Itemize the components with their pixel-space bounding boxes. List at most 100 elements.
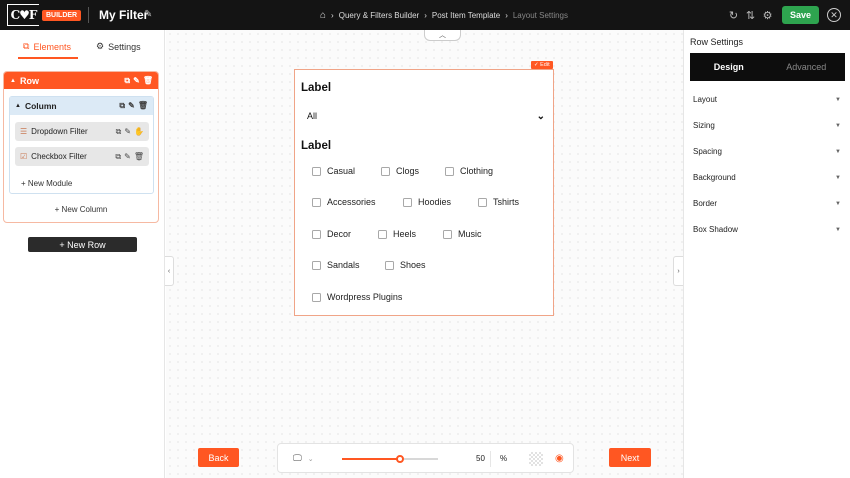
chevron-down-icon: ⌄: [307, 455, 314, 463]
top-actions: ↻ ⇅ ⚙ Save ✕: [725, 0, 850, 30]
row-element[interactable]: ▲ Row ⧉ ✎ 🗑 ▲ Column ⧉ ✎ 🗑 ☰ Dropdown Fi…: [3, 71, 159, 223]
close-icon[interactable]: ✕: [827, 8, 841, 22]
checkbox-option[interactable]: Clothing: [445, 166, 493, 176]
tab-settings[interactable]: ⚙ Settings: [96, 41, 141, 52]
accordion-label: Border: [693, 199, 718, 208]
checkbox-option[interactable]: Decor: [312, 229, 351, 239]
checkbox[interactable]: [312, 166, 321, 176]
zoom-slider-handle[interactable]: [395, 455, 404, 463]
accordion-box-shadow[interactable]: Box Shadow ▼: [693, 225, 841, 234]
checkbox-option[interactable]: Sandals: [312, 260, 360, 270]
trash-icon[interactable]: 🗑: [134, 152, 144, 162]
breadcrumb-item[interactable]: Post Item Template: [432, 11, 500, 20]
app-logo[interactable]: C♥F BUILDER: [7, 4, 82, 26]
accordion-background[interactable]: Background ▼: [693, 173, 841, 182]
checkbox[interactable]: [312, 197, 321, 207]
column-header[interactable]: ▲ Column ⧉ ✎ 🗑: [10, 97, 153, 115]
collapse-icon[interactable]: ▲: [15, 103, 21, 109]
checkbox[interactable]: [312, 260, 321, 270]
checkbox[interactable]: [385, 260, 394, 270]
device-selector[interactable]: 🖵 ⌄: [293, 453, 314, 464]
gear-icon[interactable]: ⚙: [759, 9, 776, 22]
checkbox[interactable]: [445, 166, 454, 176]
top-bar: C♥F BUILDER My Filter ✎ ⌂ › Query & Filt…: [0, 0, 850, 30]
edit-badge[interactable]: ✓ Edit: [531, 61, 553, 69]
breadcrumb-separator-icon: ›: [505, 11, 508, 20]
column-element[interactable]: ▲ Column ⧉ ✎ 🗑 ☰ Dropdown Filter ⧉ ✎ ✋ ☑: [9, 96, 154, 194]
checkbox-option[interactable]: Music: [443, 229, 482, 239]
tab-advanced[interactable]: Advanced: [768, 53, 846, 81]
chevron-up-icon[interactable]: ︿: [424, 30, 461, 41]
checkbox-label: Tshirts: [493, 197, 520, 207]
copy-icon[interactable]: ⧉: [119, 101, 125, 111]
checkbox-label: Heels: [393, 229, 417, 239]
accordion-layout[interactable]: Layout ▼: [693, 95, 841, 104]
checkbox[interactable]: [443, 229, 452, 239]
new-row-button[interactable]: + New Row: [28, 237, 137, 252]
checkbox[interactable]: [312, 229, 321, 239]
accordion-label: Spacing: [693, 147, 722, 156]
next-button[interactable]: Next: [609, 448, 651, 467]
accordion-spacing[interactable]: Spacing ▼: [693, 147, 841, 156]
module-checkbox-filter[interactable]: ☑ Checkbox Filter ⧉ ✎ 🗑: [15, 147, 149, 166]
tab-design[interactable]: Design: [690, 53, 768, 81]
checkbox-option[interactable]: Casual: [312, 166, 355, 176]
edit-icon[interactable]: ✎: [124, 152, 131, 162]
checkbox[interactable]: [312, 292, 321, 302]
module-label: Checkbox Filter: [31, 152, 87, 161]
module-dropdown-filter[interactable]: ☰ Dropdown Filter ⧉ ✎ ✋: [15, 122, 149, 141]
checkbox-group-label: Label: [301, 140, 332, 152]
chevron-down-icon: ▼: [835, 174, 841, 181]
trash-icon[interactable]: 🗑: [143, 76, 153, 86]
chevron-down-icon: ▼: [835, 226, 841, 233]
dropdown-select[interactable]: All ⌄: [301, 108, 545, 124]
copy-icon[interactable]: ⧉: [115, 152, 121, 162]
left-panel: ⧉ Elements ⚙ Settings ▲ Row ⧉ ✎ 🗑 ▲ Colu…: [0, 30, 165, 478]
collapse-icon[interactable]: ▲: [10, 78, 16, 84]
checkbox-option[interactable]: Tshirts: [478, 197, 519, 207]
module-label: Dropdown Filter: [31, 127, 88, 136]
breadcrumb-item[interactable]: Query & Filters Builder: [339, 11, 419, 20]
dropdown-value: All: [307, 111, 318, 121]
checkbox[interactable]: [378, 229, 387, 239]
new-module-button[interactable]: + New Module: [21, 179, 72, 188]
checkbox-option[interactable]: Heels: [378, 229, 416, 239]
copy-icon[interactable]: ⧉: [124, 76, 130, 86]
checkbox[interactable]: [381, 166, 390, 176]
checkbox-option[interactable]: Wordpress Plugins: [312, 292, 402, 302]
collapse-left-panel-icon[interactable]: ‹: [165, 256, 174, 286]
checkbox-filter-icon: ☑: [20, 152, 28, 161]
checkbox-option[interactable]: Accessories: [312, 197, 376, 207]
trash-icon[interactable]: 🗑: [138, 101, 148, 111]
back-button[interactable]: Back: [198, 448, 239, 467]
copy-icon[interactable]: ⧉: [116, 127, 122, 137]
edit-icon[interactable]: ✎: [124, 127, 131, 137]
collapse-right-panel-icon[interactable]: ›: [673, 256, 683, 286]
row-header[interactable]: ▲ Row ⧉ ✎ 🗑: [4, 72, 158, 89]
right-panel: Row Settings Design Advanced Layout ▼ Siz…: [683, 30, 850, 478]
checkbox[interactable]: [403, 197, 412, 207]
accordion-label: Background: [693, 173, 736, 182]
checkbox-option[interactable]: Shoes: [385, 260, 426, 270]
filter-preview[interactable]: Label All ⌄ Label Casual Clogs Clothing …: [294, 69, 554, 316]
sort-icon[interactable]: ⇅: [742, 9, 759, 22]
new-column-button[interactable]: + New Column: [4, 205, 158, 214]
edit-title-icon[interactable]: ✎: [144, 9, 152, 20]
accordion-sizing[interactable]: Sizing ▼: [693, 121, 841, 130]
save-button[interactable]: Save: [782, 6, 819, 24]
tab-elements[interactable]: ⧉ Elements: [23, 41, 71, 52]
edit-icon[interactable]: ✎: [133, 76, 140, 86]
checkbox[interactable]: [478, 197, 487, 207]
checkbox-option[interactable]: Hoodies: [403, 197, 451, 207]
zoom-slider[interactable]: [342, 455, 438, 463]
checkbox-label: Clogs: [396, 166, 420, 176]
checkbox-option[interactable]: Clogs: [381, 166, 419, 176]
eye-icon[interactable]: ◉: [555, 453, 564, 464]
edit-icon[interactable]: ✎: [128, 101, 135, 111]
drag-hand-icon[interactable]: ✋: [134, 127, 144, 137]
zoom-value[interactable]: 50: [476, 454, 485, 463]
transparency-icon[interactable]: [529, 452, 543, 466]
accordion-border[interactable]: Border ▼: [693, 199, 841, 208]
home-icon[interactable]: ⌂: [320, 10, 326, 21]
refresh-icon[interactable]: ↻: [725, 9, 742, 22]
